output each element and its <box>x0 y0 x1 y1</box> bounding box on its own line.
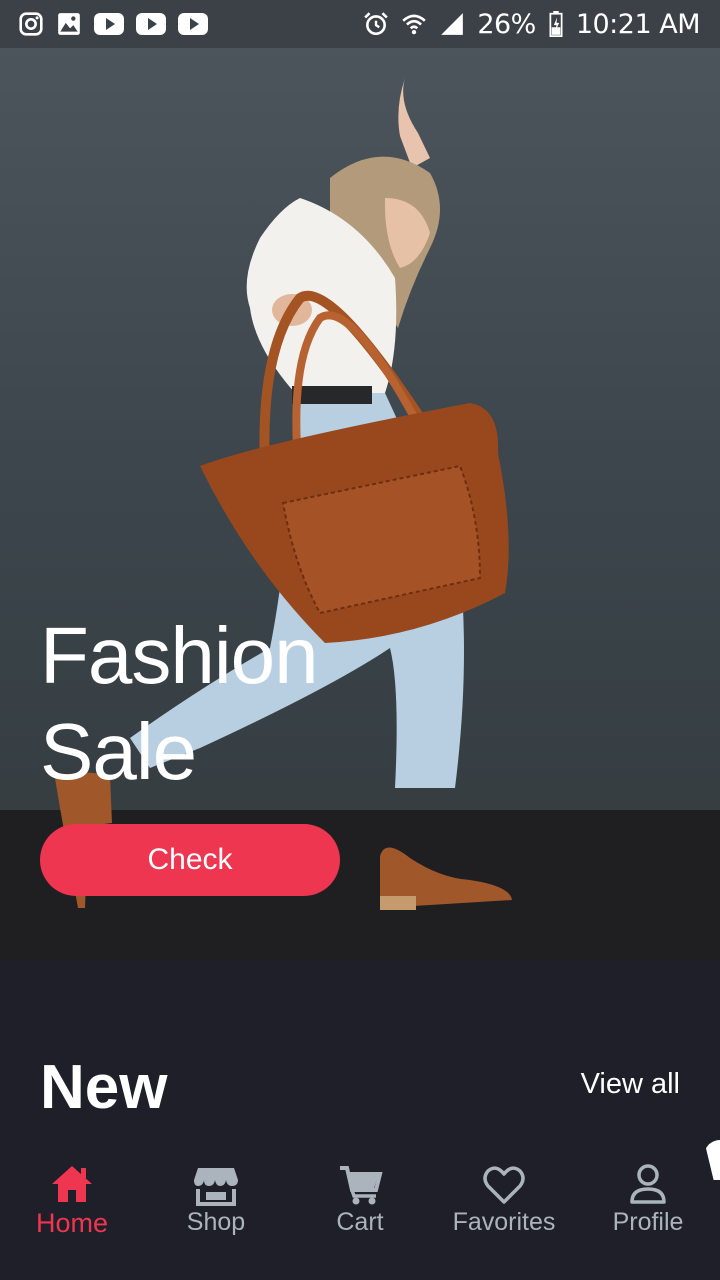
battery-percent: 26% <box>477 8 536 40</box>
profile-icon <box>630 1164 666 1204</box>
signal-icon <box>439 11 465 37</box>
section-title: New <box>40 1053 168 1122</box>
notification-icons <box>18 11 208 37</box>
nav-label: Profile <box>612 1208 684 1236</box>
status-bar: 26% 10:21 AM <box>0 0 720 48</box>
battery-icon <box>548 11 564 37</box>
gallery-icon <box>56 11 82 37</box>
youtube-icon <box>94 13 124 35</box>
alarm-icon <box>363 11 389 37</box>
nav-label: Shop <box>186 1208 246 1236</box>
nav-item-shop[interactable]: Shop <box>144 1140 288 1280</box>
home-icon <box>52 1166 92 1202</box>
nav-item-home[interactable]: Home <box>0 1140 144 1280</box>
instagram-icon <box>18 11 44 37</box>
nav-item-favorites[interactable]: Favorites <box>432 1140 576 1280</box>
clock: 10:21 AM <box>575 8 701 40</box>
nav-item-profile[interactable]: Profile <box>576 1140 720 1280</box>
nav-label: Home <box>35 1208 109 1238</box>
youtube-icon <box>178 13 208 35</box>
hero-banner: Fashion Sale Check <box>0 48 720 960</box>
check-button[interactable]: Check <box>40 824 340 896</box>
system-icons: 26% 10:21 AM <box>363 8 701 40</box>
youtube-icon <box>136 13 166 35</box>
cart-icon <box>340 1166 383 1205</box>
wifi-icon <box>401 11 427 37</box>
nav-label: Favorites <box>452 1208 556 1236</box>
view-all-link[interactable]: View all <box>581 1068 680 1101</box>
heart-icon <box>483 1166 525 1204</box>
hero-title: Fashion Sale <box>40 611 319 796</box>
nav-label: Cart <box>336 1208 384 1236</box>
nav-item-cart[interactable]: Cart <box>288 1140 432 1280</box>
bottom-navigation: Home Shop Cart Favorites Profile <box>0 1140 720 1280</box>
new-section: New View all <box>0 960 720 1140</box>
shop-icon <box>194 1168 238 1206</box>
